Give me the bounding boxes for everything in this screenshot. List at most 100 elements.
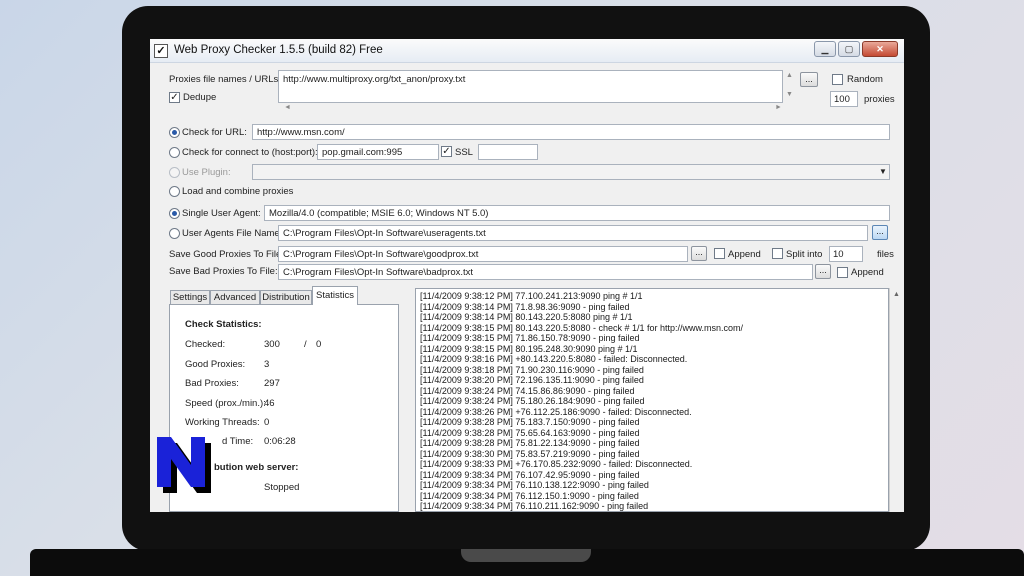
split-checkbox[interactable] bbox=[772, 248, 783, 259]
proxies-scroll-down-icon[interactable]: ▼ bbox=[786, 91, 793, 98]
append-good-checkbox[interactable] bbox=[714, 248, 725, 259]
save-good-input[interactable]: C:\Program Files\Opt-In Software\goodpro… bbox=[278, 246, 688, 262]
speed-value: 46 bbox=[264, 398, 275, 409]
n-logo-shape bbox=[157, 437, 205, 487]
dedupe-label: Dedupe bbox=[183, 92, 217, 103]
good-proxies-label: Good Proxies: bbox=[185, 359, 246, 370]
laptop-notch bbox=[461, 549, 591, 562]
log-line: [11/4/2009 9:38:34 PM] 76.112.150.1:9090… bbox=[420, 490, 639, 501]
check-url-radio[interactable] bbox=[169, 127, 180, 138]
proxies-browse-button[interactable]: ... bbox=[800, 72, 818, 87]
log-line: [11/4/2009 9:38:34 PM] 76.110.211.162:90… bbox=[420, 501, 649, 511]
agents-file-input[interactable]: C:\Program Files\Opt-In Software\userage… bbox=[278, 225, 868, 241]
load-combine-label: Load and combine proxies bbox=[182, 186, 294, 197]
agents-file-radio[interactable] bbox=[169, 228, 180, 239]
log-line: [11/4/2009 9:38:14 PM] 80.143.220.5:8080… bbox=[420, 312, 633, 322]
log-line: [11/4/2009 9:38:34 PM] 76.107.42.95:9090… bbox=[420, 469, 640, 480]
tab-advanced[interactable]: Advanced bbox=[210, 290, 260, 304]
log-line: [11/4/2009 9:38:34 PM] 76.110.138.122:90… bbox=[420, 480, 649, 490]
log-line: [11/4/2009 9:38:28 PM] 75.81.22.134:9090… bbox=[420, 438, 640, 448]
checked-separator: / bbox=[304, 339, 307, 350]
save-good-label: Save Good Proxies To File: bbox=[169, 249, 284, 260]
agents-file-label: User Agents File Name: bbox=[182, 228, 283, 239]
window-title: Web Proxy Checker 1.5.5 (build 82) Free bbox=[174, 44, 383, 56]
elapsed-time-value: 0:06:28 bbox=[264, 436, 296, 447]
log-line: [11/4/2009 9:38:26 PM] +76.112.25.186:90… bbox=[420, 406, 692, 417]
proxies-count-unit: proxies bbox=[864, 94, 895, 105]
split-count-input[interactable]: 10 bbox=[829, 246, 863, 262]
agents-browse-button[interactable]: ... bbox=[872, 225, 888, 240]
app-check-icon: ✓ bbox=[154, 44, 168, 58]
n-logo-icon bbox=[157, 437, 211, 493]
log-line: [11/4/2009 9:38:18 PM] 71.90.230.116:909… bbox=[420, 364, 644, 375]
proxies-scroll-up-icon[interactable]: ▲ bbox=[786, 72, 793, 79]
proxies-count-input[interactable]: 100 bbox=[830, 91, 858, 107]
log-line: [11/4/2009 9:38:12 PM] 77.100.241.213:90… bbox=[420, 291, 643, 301]
check-connect-label: Check for connect to (host:port): bbox=[182, 147, 318, 158]
threads-value: 0 bbox=[264, 417, 270, 428]
log-line: [11/4/2009 9:38:24 PM] 74.15.86.86:9090 … bbox=[420, 385, 635, 396]
check-url-input[interactable]: http://www.msn.com/ bbox=[252, 124, 890, 140]
append-bad-checkbox[interactable] bbox=[837, 267, 848, 278]
elapsed-time-label: d Time: bbox=[222, 436, 254, 447]
log-line: [11/4/2009 9:38:16 PM] +80.143.220.5:808… bbox=[420, 354, 688, 364]
good-proxies-value: 3 bbox=[264, 359, 270, 370]
stats-heading: Check Statistics: bbox=[185, 319, 262, 330]
title-bar: ✓ Web Proxy Checker 1.5.5 (build 82) Fre… bbox=[150, 39, 904, 63]
chevron-down-icon[interactable]: ▼ bbox=[879, 167, 887, 176]
close-icon[interactable]: ✕ bbox=[862, 41, 898, 57]
proxies-scroll-left-icon[interactable]: ◄ bbox=[284, 104, 291, 111]
save-bad-input[interactable]: C:\Program Files\Opt-In Software\badprox… bbox=[278, 264, 813, 280]
tab-statistics[interactable]: Statistics bbox=[312, 286, 358, 305]
append-bad-label: Append bbox=[851, 267, 884, 278]
ssl-checkbox[interactable]: ✓ bbox=[441, 146, 452, 157]
use-plugin-radio[interactable] bbox=[169, 167, 180, 178]
checked-total: 0 bbox=[316, 339, 322, 350]
log-line: [11/4/2009 9:38:28 PM] 75.183.7.150:9090… bbox=[420, 417, 640, 427]
single-agent-input[interactable]: Mozilla/4.0 (compatible; MSIE 6.0; Windo… bbox=[264, 205, 890, 221]
proxies-scroll-right-icon[interactable]: ► bbox=[775, 104, 782, 111]
log-scrollbar[interactable]: ▲ bbox=[889, 288, 904, 512]
log-line: [11/4/2009 9:38:28 PM] 75.65.64.163:9090… bbox=[420, 427, 640, 438]
tab-settings[interactable]: Settings bbox=[170, 290, 210, 304]
log-line: [11/4/2009 9:38:20 PM] 72.196.135.11:909… bbox=[420, 375, 644, 385]
single-agent-radio[interactable] bbox=[169, 208, 180, 219]
split-label: Split into bbox=[786, 249, 823, 260]
use-plugin-label: Use Plugin: bbox=[182, 167, 231, 178]
save-bad-browse-button[interactable]: ... bbox=[815, 264, 831, 279]
minimize-icon[interactable]: ▁ bbox=[814, 41, 836, 57]
log-output[interactable]: [11/4/2009 9:38:12 PM] 77.100.241.213:90… bbox=[415, 288, 889, 512]
distribution-server-label: bution web server: bbox=[214, 462, 299, 473]
log-line: [11/4/2009 9:38:24 PM] 75.180.26.184:909… bbox=[420, 396, 645, 406]
check-connect-input[interactable]: pop.gmail.com:995 bbox=[317, 144, 439, 160]
log-line: [11/4/2009 9:38:15 PM] 71.86.150.78:9090… bbox=[420, 333, 640, 343]
maximize-icon[interactable]: ▢ bbox=[838, 41, 860, 57]
log-line: [11/4/2009 9:38:14 PM] 71.8.98.36:9090 -… bbox=[420, 301, 630, 312]
random-label: Random bbox=[847, 74, 883, 85]
single-agent-label: Single User Agent: bbox=[182, 208, 261, 219]
random-checkbox[interactable] bbox=[832, 74, 843, 85]
proxies-urls-input[interactable]: http://www.multiproxy.org/txt_anon/proxy… bbox=[278, 70, 783, 103]
app-window: ✓ Web Proxy Checker 1.5.5 (build 82) Fre… bbox=[150, 39, 904, 512]
bad-proxies-value: 297 bbox=[264, 378, 280, 389]
tab-distribution[interactable]: Distribution bbox=[260, 290, 312, 304]
ssl-extra-input[interactable] bbox=[478, 144, 538, 160]
plugin-select[interactable] bbox=[252, 164, 890, 180]
files-label: files bbox=[877, 249, 894, 260]
load-combine-radio[interactable] bbox=[169, 186, 180, 197]
log-line: [11/4/2009 9:38:30 PM] 75.83.57.219:9090… bbox=[420, 448, 640, 459]
log-line: [11/4/2009 9:38:15 PM] 80.143.220.5:8080… bbox=[420, 322, 744, 333]
log-scroll-up-icon[interactable]: ▲ bbox=[893, 291, 900, 298]
save-good-browse-button[interactable]: ... bbox=[691, 246, 707, 261]
checked-value: 300 bbox=[264, 339, 280, 350]
proxies-label: Proxies file names / URLs: bbox=[169, 74, 281, 85]
threads-label: Working Threads: bbox=[185, 417, 260, 428]
distribution-server-status: Stopped bbox=[264, 482, 300, 493]
bad-proxies-label: Bad Proxies: bbox=[185, 378, 239, 389]
check-connect-radio[interactable] bbox=[169, 147, 180, 158]
speed-label: Speed (prox./min.): bbox=[185, 398, 266, 409]
dedupe-checkbox[interactable]: ✓ bbox=[169, 92, 180, 103]
save-bad-label: Save Bad Proxies To File: bbox=[169, 266, 278, 277]
append-good-label: Append bbox=[728, 249, 761, 260]
check-url-label: Check for URL: bbox=[182, 127, 247, 138]
